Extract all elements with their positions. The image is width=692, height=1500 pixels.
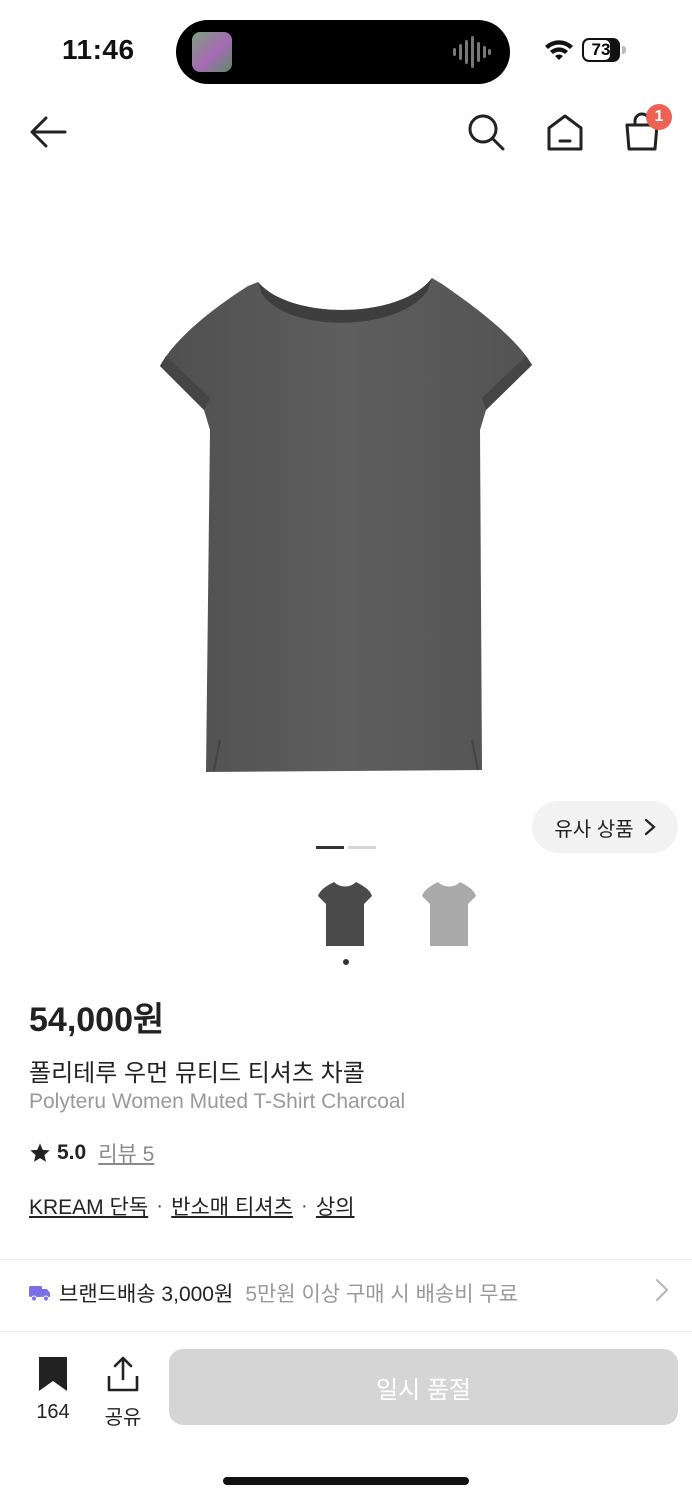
wifi-icon [545, 40, 573, 60]
product-name-korean: 폴리테루 우먼 뮤티드 티셔츠 차콜 [29, 1060, 365, 1087]
tag-tops[interactable]: 상의 [316, 1191, 355, 1221]
selected-option-indicator [343, 959, 349, 965]
star-icon [30, 1143, 50, 1162]
truck-icon [29, 1286, 50, 1302]
search-button[interactable] [464, 110, 508, 154]
back-button[interactable] [26, 110, 70, 154]
dynamic-island[interactable] [176, 20, 510, 84]
shipping-fee: 브랜드배송 3,000원 [59, 1283, 234, 1306]
arrow-left-icon [30, 116, 67, 148]
chevron-right-icon [656, 1279, 669, 1301]
product-name-english: Polyteru Women Muted T-Shirt Charcoal [29, 1090, 406, 1113]
share-label: 공유 [104, 1407, 142, 1429]
tag-short-sleeve-tshirt[interactable]: 반소매 티셔츠 [171, 1191, 293, 1221]
shipping-info-row[interactable]: 브랜드배송 3,000원 5만원 이상 구매 시 배송비 무료 [29, 1278, 669, 1308]
search-icon [468, 114, 505, 151]
chevron-right-icon [644, 818, 656, 836]
now-playing-artwork [192, 32, 232, 72]
color-option-charcoal[interactable] [316, 878, 374, 950]
review-link[interactable]: 리뷰 5 [98, 1138, 154, 1168]
rating-value: 5.0 [57, 1141, 87, 1164]
bookmark-count: 164 [36, 1401, 70, 1423]
battery-level: 73 [591, 40, 611, 59]
product-price: 54,000원 [29, 1001, 165, 1039]
pager-indicator-1 [316, 846, 344, 849]
similar-products-label: 유사 상품 [554, 818, 634, 841]
cart-count-badge: 1 [646, 104, 672, 130]
image-pager [316, 846, 376, 849]
similar-products-button[interactable]: 유사 상품 [532, 801, 678, 853]
home-indicator[interactable] [223, 1477, 469, 1485]
battery-icon: 73 [582, 38, 628, 64]
share-button[interactable]: 공유 [100, 1356, 146, 1430]
rating-row: 5.0 리뷰 5 [29, 1138, 154, 1168]
bookmark-icon [39, 1357, 67, 1391]
divider [0, 1331, 692, 1332]
product-image[interactable] [150, 270, 542, 780]
tag-separator: · [300, 1194, 308, 1217]
divider [0, 1259, 692, 1260]
cart-button[interactable]: 1 [620, 104, 672, 154]
status-time: 11:46 [62, 34, 135, 65]
share-icon [107, 1356, 139, 1392]
bookmark-button[interactable]: 164 [30, 1356, 76, 1424]
home-icon [547, 114, 583, 151]
shipping-free-condition: 5만원 이상 구매 시 배송비 무료 [245, 1283, 519, 1306]
audio-wave-icon [453, 36, 491, 68]
color-option-gray[interactable] [420, 878, 478, 950]
tag-kream-exclusive[interactable]: KREAM 단독 [29, 1191, 148, 1221]
color-option-list [316, 878, 478, 950]
pager-indicator-2 [348, 846, 376, 849]
home-button[interactable] [543, 110, 587, 154]
category-tags: KREAM 단독 · 반소매 티셔츠 · 상의 [29, 1191, 355, 1221]
sold-out-button: 일시 품절 [169, 1349, 678, 1425]
sold-out-label: 일시 품절 [376, 1376, 471, 1404]
tag-separator: · [156, 1194, 164, 1217]
